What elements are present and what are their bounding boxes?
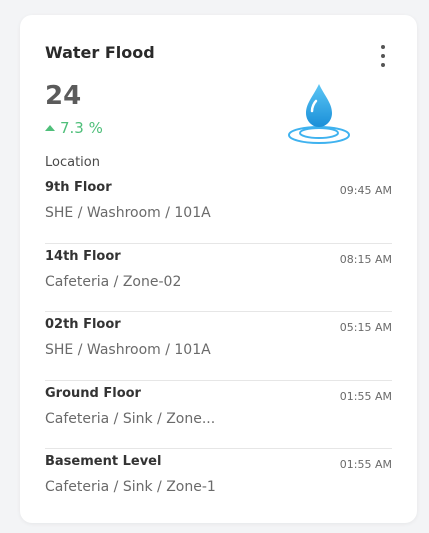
list-item[interactable]: 02th Floor SHE / Washroom / 101A 05:15 AM xyxy=(45,312,392,381)
water-drop-icon xyxy=(288,84,350,144)
location-list: 9th Floor SHE / Washroom / 101A 09:45 AM 14… xyxy=(45,175,392,518)
menu-dot xyxy=(381,63,385,67)
water-flood-card: Water Flood 24 7.3 % Location 9th Floor … xyxy=(20,15,417,523)
location-name: Ground Floor xyxy=(45,385,141,401)
event-time: 05:15 AM xyxy=(339,321,392,334)
menu-dot xyxy=(381,54,385,58)
list-item[interactable]: Ground Floor Cafeteria / Sink / Zone... 01… xyxy=(45,381,392,449)
trend-indicator: 7.3 % xyxy=(45,119,103,137)
list-item[interactable]: Basement Level Cafeteria / Sink / Zone-1 0… xyxy=(45,449,392,518)
location-path: Cafeteria / Zone-02 xyxy=(45,273,182,290)
location-path: Cafeteria / Sink / Zone... xyxy=(45,410,216,427)
event-count: 24 xyxy=(45,81,82,111)
location-path: SHE / Washroom / 101A xyxy=(45,205,211,221)
location-path: Cafeteria / Sink / Zone-1 xyxy=(45,479,216,495)
event-time: 01:55 AM xyxy=(339,458,392,471)
location-name: 02th Floor xyxy=(45,317,121,332)
location-name: Basement Level xyxy=(45,454,162,469)
list-item[interactable]: 9th Floor SHE / Washroom / 101A 09:45 AM xyxy=(45,175,392,244)
more-options-icon[interactable] xyxy=(377,45,389,67)
location-name: 9th Floor xyxy=(45,180,112,195)
card-title: Water Flood xyxy=(45,43,155,62)
trend-up-icon xyxy=(45,125,55,131)
event-time: 09:45 AM xyxy=(339,184,392,197)
location-path: SHE / Washroom / 101A xyxy=(45,342,211,358)
menu-dot xyxy=(381,45,385,49)
event-time: 08:15 AM xyxy=(339,252,392,266)
list-item[interactable]: 14th Floor Cafeteria / Zone-02 08:15 AM xyxy=(45,244,392,312)
location-name: 14th Floor xyxy=(45,248,121,264)
event-time: 01:55 AM xyxy=(339,389,392,403)
location-label: Location xyxy=(45,155,100,170)
trend-value: 7.3 % xyxy=(60,119,103,137)
page: Water Flood 24 7.3 % Location 9th Floor … xyxy=(0,0,429,533)
